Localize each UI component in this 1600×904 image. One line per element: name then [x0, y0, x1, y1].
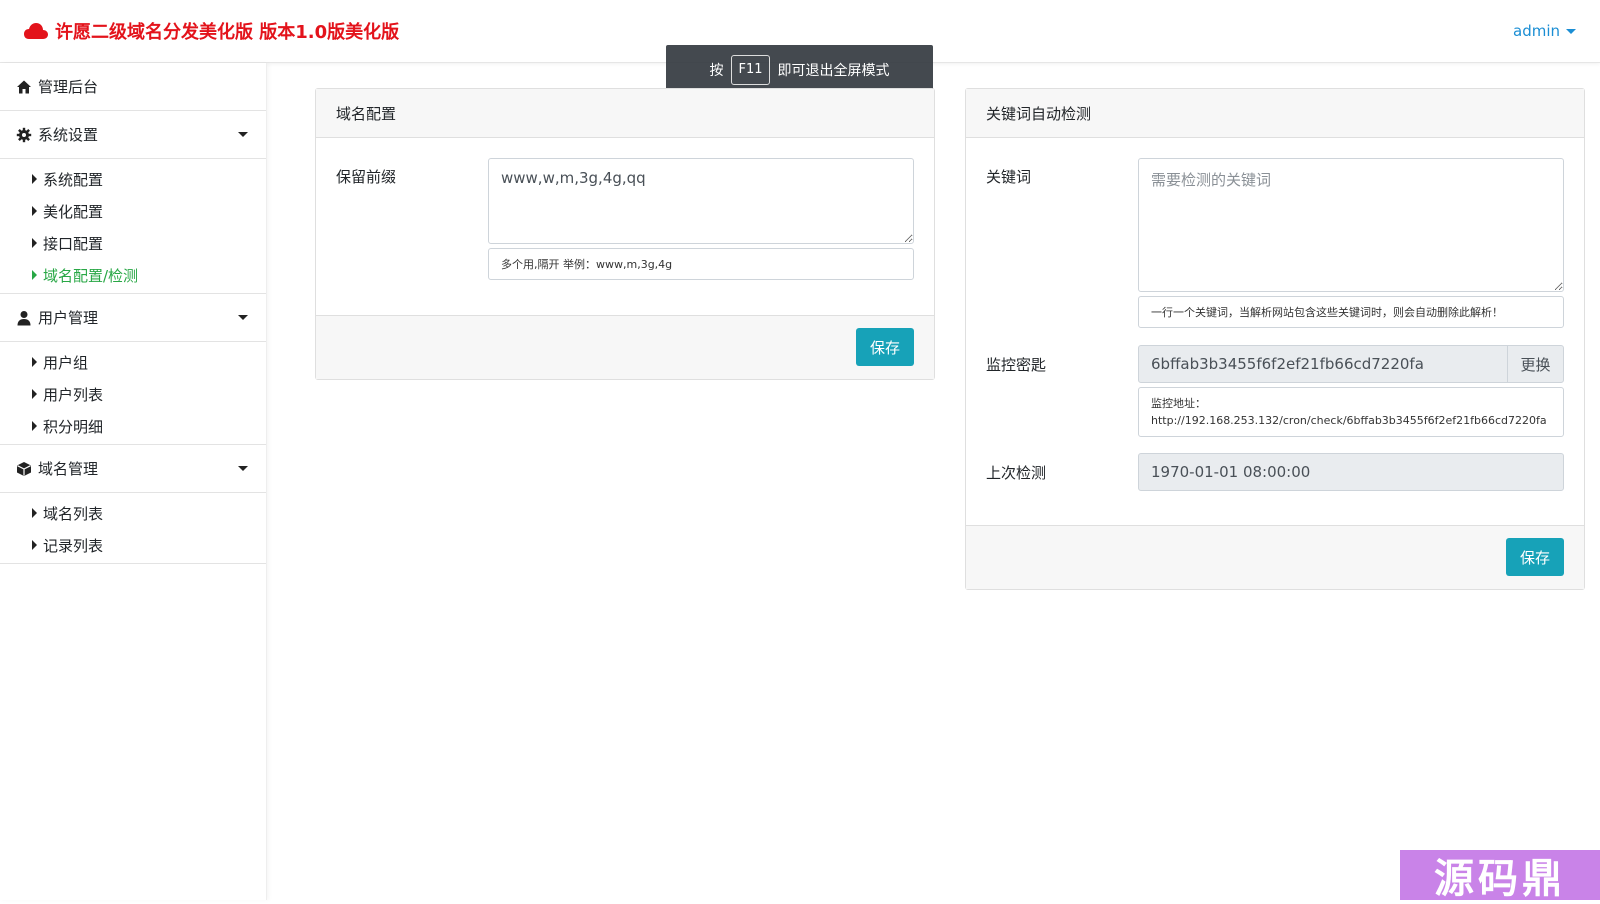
sidebar-submenu-users: 用户组 用户列表 积分明细 — [0, 342, 266, 445]
cube-icon — [16, 461, 32, 477]
caret-right-icon — [32, 357, 37, 367]
reserved-prefix-textarea[interactable] — [488, 158, 914, 244]
sidebar-item-label: 管理后台 — [38, 76, 98, 97]
gear-icon — [16, 127, 32, 143]
sidebar-item-domain-list[interactable]: 域名列表 — [0, 497, 266, 529]
replace-key-button[interactable]: 更换 — [1507, 345, 1564, 383]
home-icon — [16, 79, 32, 95]
caret-right-icon — [32, 270, 37, 280]
card-title: 关键词自动检测 — [966, 89, 1584, 138]
chevron-down-icon — [238, 466, 248, 471]
watermark-logo: 源码鼎 — [1400, 850, 1600, 900]
watermark-text: 源码鼎 — [1434, 846, 1566, 904]
sidebar-item-record-list[interactable]: 记录列表 — [0, 529, 266, 561]
sidebar-submenu-system: 系统配置 美化配置 接口配置 域名配置/检测 — [0, 159, 266, 294]
toast-suffix: 即可退出全屏模式 — [778, 60, 890, 80]
reserved-prefix-help: 多个用,隔开 举例：www,m,3g,4g — [488, 248, 914, 280]
sidebar-item-domain-config[interactable]: 域名配置/检测 — [0, 259, 266, 291]
save-button[interactable]: 保存 — [856, 328, 914, 366]
caret-right-icon — [32, 540, 37, 550]
last-check-input: 1970-01-01 08:00:00 — [1138, 453, 1564, 491]
caret-right-icon — [32, 421, 37, 431]
toast-key: F11 — [731, 55, 769, 85]
username: admin — [1513, 22, 1560, 40]
keyword-check-card: 关键词自动检测 关键词 一行一个关键词，当解析网站包含这些关键词时，则会自动删除… — [965, 88, 1585, 590]
last-check-label: 上次检测 — [986, 462, 1046, 483]
caret-right-icon — [32, 508, 37, 518]
sidebar-group-users[interactable]: 用户管理 — [0, 294, 266, 342]
keyword-help: 一行一个关键词，当解析网站包含这些关键词时，则会自动删除此解析！ — [1138, 296, 1564, 328]
sidebar-item-label: 用户组 — [43, 352, 88, 373]
sidebar-item-label: 用户列表 — [43, 384, 103, 405]
monitor-key-label: 监控密匙 — [986, 354, 1046, 375]
sidebar-item-label: 美化配置 — [43, 201, 103, 222]
caret-right-icon — [32, 238, 37, 248]
sidebar-item-label: 域名配置/检测 — [43, 265, 138, 286]
sidebar-item-system-config[interactable]: 系统配置 — [0, 163, 266, 195]
chevron-down-icon — [1566, 29, 1576, 34]
monitor-key-input[interactable]: 6bffab3b3455f6f2ef21fb66cd7220fa — [1138, 345, 1508, 383]
chevron-down-icon — [238, 132, 248, 137]
monitor-url-box: 监控地址： http://192.168.253.132/cron/check/… — [1138, 387, 1564, 437]
sidebar-item-label: 记录列表 — [43, 535, 103, 556]
save-button[interactable]: 保存 — [1506, 538, 1564, 576]
sidebar-item-api-config[interactable]: 接口配置 — [0, 227, 266, 259]
monitor-url-label: 监控地址： — [1151, 395, 1206, 412]
sidebar-group-label: 域名管理 — [38, 458, 98, 479]
domain-config-card: 域名配置 保留前缀 多个用,隔开 举例：www,m,3g,4g 保存 — [315, 88, 935, 380]
brand[interactable]: 许愿二级域名分发美化版 版本1.0版美化版 — [23, 18, 399, 44]
sidebar-item-label: 积分明细 — [43, 416, 103, 437]
user-icon — [16, 310, 32, 326]
chevron-down-icon — [238, 315, 248, 320]
cloud-icon — [23, 22, 49, 40]
sidebar-item-theme-config[interactable]: 美化配置 — [0, 195, 266, 227]
keyword-textarea[interactable] — [1138, 158, 1564, 292]
card-title: 域名配置 — [316, 89, 934, 138]
sidebar-item-label: 域名列表 — [43, 503, 103, 524]
sidebar-item-user-groups[interactable]: 用户组 — [0, 346, 266, 378]
sidebar: 管理后台 系统设置 系统配置 美化配置 接口配置 — [0, 63, 267, 900]
sidebar-item-user-list[interactable]: 用户列表 — [0, 378, 266, 410]
sidebar-group-label: 用户管理 — [38, 307, 98, 328]
sidebar-item-dashboard[interactable]: 管理后台 — [0, 63, 266, 111]
brand-title: 许愿二级域名分发美化版 版本1.0版美化版 — [55, 18, 399, 44]
card-footer: 保存 — [316, 315, 934, 379]
sidebar-group-label: 系统设置 — [38, 124, 98, 145]
monitor-url[interactable]: http://192.168.253.132/cron/check/6bffab… — [1151, 412, 1547, 429]
sidebar-group-domains[interactable]: 域名管理 — [0, 445, 266, 493]
caret-right-icon — [32, 206, 37, 216]
sidebar-item-label: 接口配置 — [43, 233, 103, 254]
toast-prefix: 按 — [709, 60, 723, 80]
sidebar-item-label: 系统配置 — [43, 169, 103, 190]
sidebar-item-points-detail[interactable]: 积分明细 — [0, 410, 266, 442]
reserved-prefix-label: 保留前缀 — [336, 166, 396, 187]
card-footer: 保存 — [966, 525, 1584, 589]
caret-right-icon — [32, 389, 37, 399]
sidebar-submenu-domains: 域名列表 记录列表 — [0, 493, 266, 564]
caret-right-icon — [32, 174, 37, 184]
sidebar-group-system[interactable]: 系统设置 — [0, 111, 266, 159]
user-menu[interactable]: admin — [1513, 22, 1576, 40]
keyword-label: 关键词 — [986, 166, 1031, 187]
